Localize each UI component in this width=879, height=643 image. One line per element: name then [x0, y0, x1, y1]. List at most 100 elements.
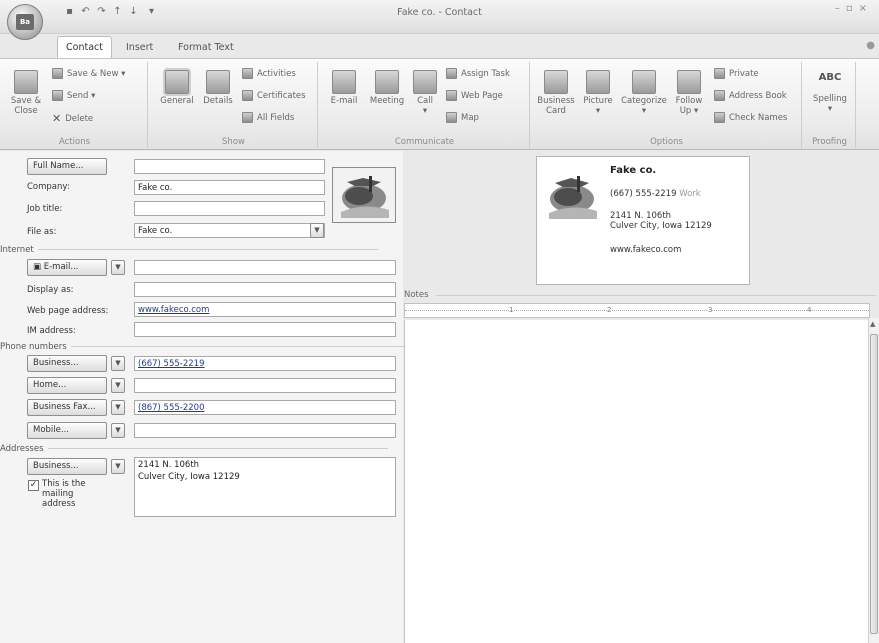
full-name-field[interactable] — [134, 159, 325, 174]
details-button[interactable]: Details — [200, 70, 236, 106]
email-field[interactable] — [134, 260, 396, 275]
mobile-phone-dropdown-icon[interactable]: ▼ — [111, 423, 125, 438]
address-line-2: Culver City, Iowa 12129 — [138, 472, 240, 482]
save-new-icon — [52, 68, 63, 79]
web-page-link[interactable]: www.fakeco.com — [138, 305, 209, 315]
private-button[interactable]: Private — [714, 68, 759, 79]
email-book-icon: ▣ — [33, 262, 44, 272]
private-icon — [714, 68, 725, 79]
notes-divider — [436, 295, 876, 296]
categorize-icon — [632, 70, 656, 94]
company-field[interactable]: Fake co. — [134, 180, 325, 195]
categorize-button[interactable]: Categorize ▾ — [620, 70, 668, 116]
group-communicate: E-mail Meeting Call ▾ Assign Task Web Pag… — [320, 62, 530, 148]
meeting-button[interactable]: Meeting — [366, 70, 408, 106]
full-name-button[interactable]: Full Name... — [27, 158, 107, 175]
picture-button[interactable]: Picture ▾ — [578, 70, 618, 116]
business-phone-field[interactable]: (667) 555-2219 — [134, 356, 396, 371]
check-names-button[interactable]: Check Names — [714, 112, 787, 123]
window-controls[interactable]: –▫× — [835, 3, 873, 14]
contact-picture-image — [333, 168, 395, 222]
mailing-address-checkbox[interactable]: ✓ — [28, 480, 39, 491]
address-type-dropdown-icon[interactable]: ▼ — [111, 459, 125, 474]
certificates-icon — [242, 90, 253, 101]
email-dropdown-icon[interactable]: ▼ — [111, 260, 125, 275]
card-picture-image — [549, 176, 597, 219]
tab-insert[interactable]: Insert — [118, 37, 161, 58]
notes-ruler: 1 2 3 4 — [404, 303, 870, 318]
scroll-up-icon[interactable]: ▲ — [870, 320, 875, 328]
all-fields-button[interactable]: All Fields — [242, 112, 294, 123]
address-field[interactable]: 2141 N. 106th Culver City, Iowa 12129 — [134, 457, 396, 517]
group-label-actions: Actions — [58, 137, 91, 147]
email-icon — [332, 70, 356, 94]
address-book-icon — [714, 90, 725, 101]
all-fields-icon — [242, 112, 253, 123]
home-phone-dropdown-icon[interactable]: ▼ — [111, 378, 125, 393]
business-phone-value[interactable]: (667) 555-2219 — [138, 359, 204, 369]
display-as-field[interactable] — [134, 282, 396, 297]
card-address-2: Culver City, Iowa 12129 — [610, 221, 712, 231]
delete-button[interactable]: ✕ Delete — [52, 112, 93, 125]
group-label-show: Show — [222, 137, 245, 147]
delete-icon: ✕ — [52, 112, 62, 125]
email-button[interactable]: E-mail — [324, 70, 364, 106]
save-new-button[interactable]: Save & New ▾ — [52, 68, 125, 79]
map-button[interactable]: Map — [446, 112, 479, 123]
contact-picture[interactable] — [332, 167, 396, 223]
business-card-button[interactable]: Business Card — [536, 70, 576, 116]
address-type-button[interactable]: Business... — [27, 458, 107, 475]
file-as-dropdown-icon[interactable]: ▼ — [310, 223, 324, 238]
follow-up-button[interactable]: Follow Up ▾ — [670, 70, 708, 116]
card-name: Fake co. — [610, 165, 657, 176]
general-button[interactable]: General — [156, 70, 198, 106]
business-fax-field[interactable]: (867) 555-2200 — [134, 400, 396, 415]
address-book-button[interactable]: Address Book — [714, 90, 787, 101]
home-phone-button[interactable]: Home... — [27, 377, 107, 394]
card-phone-type: Work — [679, 189, 701, 199]
help-icon[interactable]: ● — [866, 40, 875, 51]
im-address-field[interactable] — [134, 322, 396, 337]
email-select-button[interactable]: ▣ E-mail... — [27, 259, 107, 276]
job-title-label: Job title: — [27, 204, 63, 214]
spelling-button[interactable]: ABC Spelling ▾ — [808, 68, 852, 114]
business-card-icon — [544, 70, 568, 94]
office-button[interactable]: Ba — [7, 4, 43, 40]
certificates-button[interactable]: Certificates — [242, 90, 306, 101]
scroll-thumb[interactable] — [870, 334, 878, 634]
notes-label: Notes — [404, 290, 429, 300]
notes-scrollbar[interactable]: ▲ — [868, 318, 879, 643]
tab-contact[interactable]: Contact — [57, 36, 112, 59]
save-close-button[interactable]: Save & Close — [8, 70, 44, 116]
activities-button[interactable]: Activities — [242, 68, 296, 79]
web-page-icon — [446, 90, 457, 101]
card-phone-line: (667) 555-2219 Work — [610, 189, 701, 199]
mobile-phone-field[interactable] — [134, 423, 396, 438]
assign-task-icon — [446, 68, 457, 79]
business-fax-button[interactable]: Business Fax... — [27, 399, 107, 416]
job-title-field[interactable] — [134, 201, 325, 216]
address-line-1: 2141 N. 106th — [138, 460, 200, 470]
group-label-options: Options — [650, 137, 683, 147]
flag-icon — [677, 70, 701, 94]
notes-textarea[interactable] — [404, 320, 879, 643]
send-button[interactable]: Send ▾ — [52, 90, 95, 101]
business-phone-button[interactable]: Business... — [27, 355, 107, 372]
group-label-communicate: Communicate — [394, 137, 455, 147]
business-card-preview[interactable]: Fake co. (667) 555-2219 Work 2141 N. 106… — [536, 156, 750, 285]
business-fax-dropdown-icon[interactable]: ▼ — [111, 400, 125, 415]
business-phone-dropdown-icon[interactable]: ▼ — [111, 356, 125, 371]
web-page-button[interactable]: Web Page — [446, 90, 503, 101]
assign-task-button[interactable]: Assign Task — [446, 68, 510, 79]
phone-section-label: Phone numbers — [0, 342, 411, 352]
meeting-icon — [375, 70, 399, 94]
home-phone-field[interactable] — [134, 378, 396, 393]
business-fax-value[interactable]: (867) 555-2200 — [138, 403, 204, 413]
tab-format-text[interactable]: Format Text — [170, 37, 242, 58]
im-address-label: IM address: — [27, 326, 76, 336]
web-page-field[interactable]: www.fakeco.com — [134, 302, 396, 317]
file-as-field[interactable]: Fake co. — [134, 223, 325, 238]
call-button[interactable]: Call ▾ — [410, 70, 440, 116]
mobile-phone-button[interactable]: Mobile... — [27, 422, 107, 439]
check-names-icon — [714, 112, 725, 123]
